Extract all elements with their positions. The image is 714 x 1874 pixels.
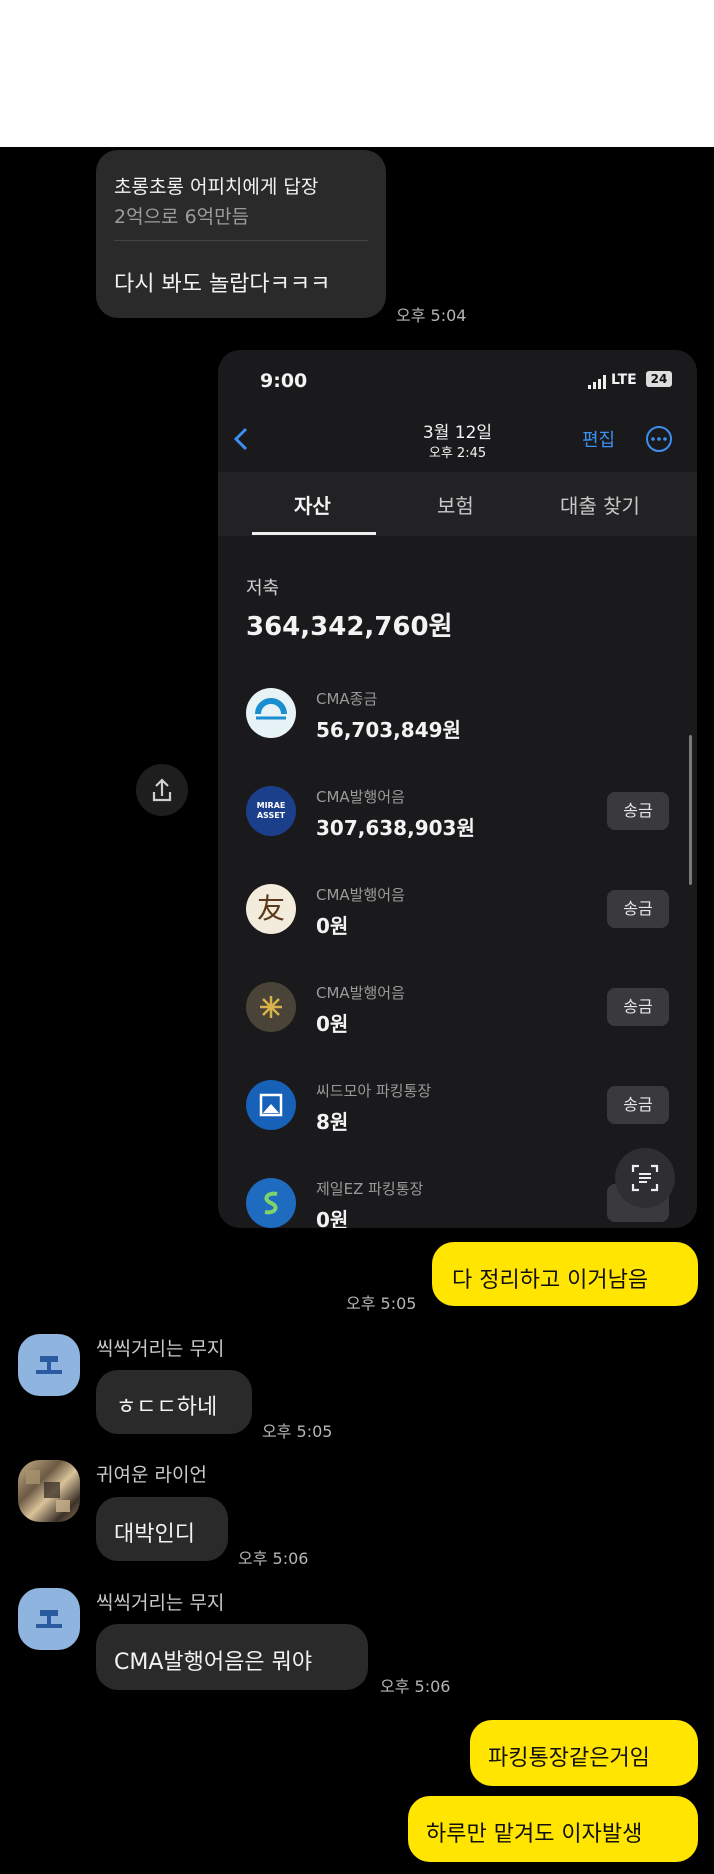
message-time: 오후 5:05: [346, 1294, 417, 1313]
battery-icon: 24: [646, 371, 672, 387]
send-money-button[interactable]: 송금: [607, 988, 669, 1026]
network-label: LTE: [611, 372, 637, 388]
reply-title: 초롱초롱 어피치에게 답장: [114, 176, 319, 198]
my-message-bubble[interactable]: 하루만 맡겨도 이자발생: [408, 1796, 698, 1862]
avatar[interactable]: [18, 1334, 80, 1396]
message-text: 다 정리하고 이거남음: [452, 1268, 649, 1293]
account-name: CMA발행어음: [316, 788, 405, 806]
account-name: CMA발행어음: [316, 984, 405, 1002]
status-bar: 9:00 LTE 24: [218, 350, 697, 410]
avatar[interactable]: [18, 1460, 80, 1522]
bank-logo-icon: [246, 1178, 296, 1228]
more-button[interactable]: [644, 424, 674, 458]
reply-quote: 2억으로 6억만듬: [114, 206, 250, 228]
account-amount: 0원: [316, 914, 349, 938]
bank-logo-icon: [246, 688, 296, 738]
send-money-button[interactable]: 송금: [607, 792, 669, 830]
bank-logo-icon: [246, 982, 296, 1032]
nav-bar: 3월 12일 오후 2:45 편집: [218, 410, 697, 472]
blurred-profile-photo-icon: [26, 1470, 70, 1512]
text-scan-icon: [631, 1164, 659, 1192]
message-text: 하루만 맡겨도 이자발생: [426, 1822, 643, 1847]
message-text: 파킹통장같은거임: [488, 1746, 650, 1771]
account-name: 제일EZ 파킹통장: [316, 1180, 424, 1198]
more-icon: [646, 426, 672, 452]
sender-name: 귀여운 라이언: [96, 1464, 207, 1486]
account-amount: 56,703,849원: [316, 718, 461, 742]
section-label: 저축: [246, 578, 280, 599]
edit-button[interactable]: 편집: [582, 426, 615, 452]
account-amount: 8원: [316, 1110, 349, 1134]
mirae-asset-logo-icon: MIRAE ASSET: [246, 786, 296, 836]
my-message-bubble[interactable]: 다 정리하고 이거남음: [432, 1242, 698, 1306]
message-time: 오후 5:06: [238, 1549, 309, 1568]
message-time: 오후 5:06: [380, 1677, 451, 1696]
account-name: CMA발행어음: [316, 886, 405, 904]
account-amount: 0원: [316, 1208, 349, 1228]
account-row[interactable]: CMA종금 56,703,849원: [218, 668, 697, 760]
sender-name: 씩씩거리는 무지: [96, 1592, 225, 1614]
message-time: 오후 5:04: [396, 306, 467, 325]
tab-loan[interactable]: 대출 찾기: [560, 490, 640, 519]
account-row[interactable]: 友 CMA발행어음 0원 송금: [218, 864, 697, 956]
account-row[interactable]: MIRAE ASSET CMA발행어음 307,638,903원 송금: [218, 766, 697, 858]
section-total: 364,342,760원: [246, 612, 453, 642]
muji-avatar-icon: [36, 1610, 62, 1628]
account-name: CMA종금: [316, 690, 378, 708]
savings-header: 저축 364,342,760원: [218, 536, 697, 656]
avatar[interactable]: [18, 1588, 80, 1650]
send-money-button[interactable]: 송금: [607, 1086, 669, 1124]
message-text: ㅎㄷㄷ하네: [116, 1395, 218, 1420]
muji-avatar-icon: [36, 1356, 62, 1374]
account-name: 씨드모아 파킹통장: [316, 1082, 432, 1100]
tab-bar: 자산 보험 대출 찾기: [218, 472, 697, 536]
tab-assets[interactable]: 자산: [294, 490, 331, 519]
tab-assets-underline: [252, 532, 376, 535]
message-bubble[interactable]: ㅎㄷㄷ하네: [96, 1370, 252, 1434]
reply-divider: [114, 240, 368, 241]
message-time: 오후 5:05: [262, 1422, 333, 1441]
bank-logo-icon: 友: [246, 884, 296, 934]
message-bubble[interactable]: CMA발행어음은 뭐야: [96, 1624, 368, 1690]
send-money-button[interactable]: 송금: [607, 890, 669, 928]
account-amount: 307,638,903원: [316, 816, 475, 840]
signal-icon: [588, 374, 608, 393]
account-row[interactable]: 씨드모아 파킹통장 8원 송금: [218, 1060, 697, 1152]
status-time: 9:00: [260, 370, 308, 392]
tab-insurance[interactable]: 보험: [437, 490, 474, 519]
nav-date: 3월 12일: [422, 423, 493, 443]
account-row[interactable]: CMA발행어음 0원 송금: [218, 962, 697, 1054]
message-text: 대박인디: [114, 1522, 195, 1547]
message-text: CMA발행어음은 뭐야: [114, 1650, 313, 1675]
shared-screenshot-image[interactable]: 9:00 LTE 24 3월 12일 오후 2:45 편집 자산 보험 대출 찾…: [218, 350, 697, 1228]
account-amount: 0원: [316, 1012, 349, 1036]
message-bubble[interactable]: 대박인디: [96, 1497, 228, 1561]
share-button[interactable]: [136, 764, 188, 816]
sender-name: 씩씩거리는 무지: [96, 1338, 225, 1360]
reply-text: 다시 봐도 놀랍다ㅋㅋㅋ: [114, 272, 331, 297]
nav-date-time: 오후 2:45: [428, 446, 487, 461]
my-message-bubble[interactable]: 파킹통장같은거임: [470, 1720, 698, 1786]
bank-logo-icon: [246, 1080, 296, 1130]
reply-message-bubble[interactable]: 초롱초롱 어피치에게 답장 2억으로 6억만듬 다시 봐도 놀랍다ㅋㅋㅋ: [96, 150, 386, 318]
scan-button[interactable]: [615, 1148, 675, 1208]
share-icon: [152, 778, 172, 802]
